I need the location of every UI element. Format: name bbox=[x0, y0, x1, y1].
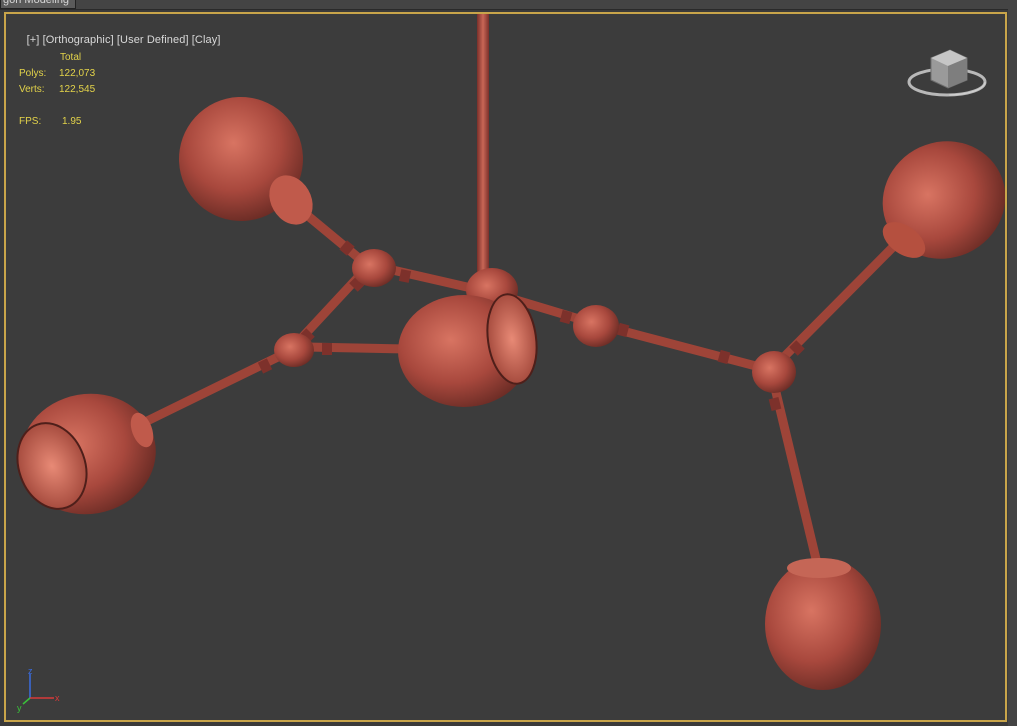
top-strip: gon Modeling bbox=[0, 0, 1017, 10]
axis-gizmo: z x y bbox=[17, 666, 60, 713]
lamp-shade-bottom-right bbox=[765, 558, 881, 690]
fps-value: 1.95 bbox=[62, 116, 82, 127]
arm-triangle-b bbox=[301, 342, 411, 354]
perspective-viewport[interactable]: z x y [+] [Orthographic] [User Defined] … bbox=[4, 12, 1007, 722]
verts-label: Verts: bbox=[19, 84, 45, 95]
axis-x-label: x bbox=[55, 693, 60, 703]
scene-canvas[interactable]: z x y bbox=[6, 14, 1005, 720]
viewcube-icon[interactable] bbox=[907, 49, 987, 97]
lamp-shade-center bbox=[398, 293, 538, 407]
lamp-shade-left bbox=[16, 393, 156, 515]
hanging-rod bbox=[477, 14, 489, 276]
joints bbox=[274, 249, 796, 393]
fps-label: FPS: bbox=[19, 116, 42, 127]
axis-z-label: z bbox=[28, 666, 33, 676]
viewport-menu-button[interactable]: [+] bbox=[27, 34, 40, 46]
right-scrollbar[interactable] bbox=[1008, 9, 1017, 726]
shading-mode-button[interactable]: [Clay] bbox=[192, 34, 221, 46]
ribbon-tab[interactable]: gon Modeling bbox=[0, 0, 77, 9]
arm-right-upper bbox=[766, 239, 901, 375]
joint-sphere bbox=[573, 305, 619, 347]
viewport-label-bar: [+] [Orthographic] [User Defined] [Clay] bbox=[14, 22, 221, 58]
polys-label: Polys: bbox=[19, 68, 47, 79]
arm-right-lower bbox=[769, 379, 821, 564]
lamp-shade-top-left bbox=[179, 97, 313, 225]
stats-header: Total bbox=[60, 52, 82, 63]
joint-sphere bbox=[752, 351, 796, 393]
joint-sphere bbox=[274, 333, 314, 367]
camera-button[interactable]: [User Defined] bbox=[117, 34, 189, 46]
joint-sphere bbox=[352, 249, 396, 287]
view-type-button[interactable]: [Orthographic] bbox=[43, 34, 114, 46]
verts-value: 122,545 bbox=[59, 84, 96, 95]
polys-value: 122,073 bbox=[59, 68, 96, 79]
collar bbox=[322, 343, 332, 355]
axis-y-label: y bbox=[17, 703, 22, 713]
